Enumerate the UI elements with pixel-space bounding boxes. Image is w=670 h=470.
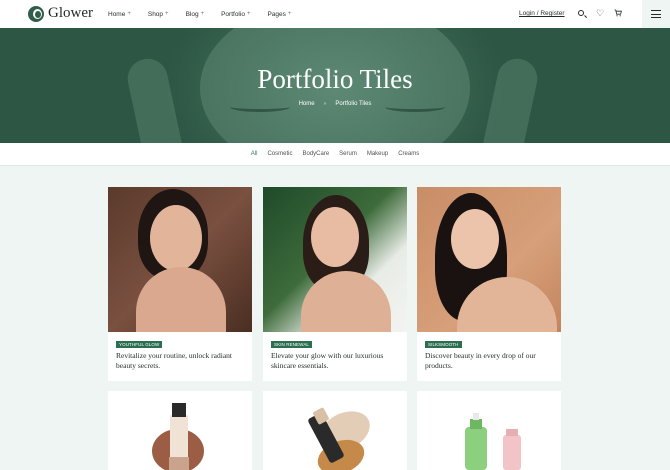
portfolio-filters: All Cosmetic BodyCare Serum Makeup Cream… — [0, 143, 670, 166]
portfolio-card[interactable]: SKIN RENEWAL Elevate your glow with our … — [263, 187, 407, 381]
site-header: Glower Home + Shop + Blog + Portfolio + Page… — [0, 0, 670, 28]
portfolio-card[interactable] — [417, 391, 561, 470]
category-badge: SKIN RENEWAL — [271, 341, 313, 348]
portfolio-image[interactable] — [263, 187, 407, 332]
plus-icon: + — [287, 11, 292, 17]
portfolio-card[interactable]: YOUTHFUL GLOW Revitalize your routine, u… — [108, 187, 252, 381]
nav-home[interactable]: Home + — [108, 11, 131, 18]
portfolio-card[interactable] — [263, 391, 407, 470]
portfolio-image[interactable] — [417, 187, 561, 332]
nav-label: Pages — [267, 10, 286, 18]
card-description: Elevate your glow with our luxurious ski… — [271, 351, 384, 370]
portfolio-card[interactable] — [108, 391, 252, 470]
filter-serum[interactable]: Serum — [339, 151, 357, 157]
cream-bottles-image — [465, 413, 521, 470]
foundation-bottle-image — [152, 403, 204, 470]
cosmetic-swatch-image — [308, 407, 370, 470]
plus-icon: + — [127, 11, 131, 17]
logo-icon — [28, 5, 44, 22]
plus-icon: + — [246, 11, 251, 17]
portfolio-image[interactable] — [108, 187, 252, 332]
breadcrumb-home[interactable]: Home — [299, 101, 315, 107]
logo[interactable]: Glower — [28, 5, 93, 22]
nav-shop[interactable]: Shop + — [148, 11, 169, 18]
breadcrumb-current: Portfolio Tiles — [335, 101, 372, 107]
nav-label: Portfolio — [221, 10, 245, 18]
menu-icon[interactable] — [642, 0, 670, 28]
plus-icon: + — [165, 11, 169, 17]
nav-pages[interactable]: Pages + — [267, 11, 291, 18]
nav-label: Home — [108, 10, 126, 18]
filter-cosmetic[interactable]: Cosmetic — [267, 151, 292, 157]
plus-icon: + — [200, 11, 205, 17]
brand-name: Glower — [48, 5, 93, 21]
filter-makeup[interactable]: Makeup — [367, 151, 388, 157]
page-title: Portfolio Tiles — [257, 64, 413, 94]
nav-portfolio[interactable]: Portfolio + — [221, 11, 250, 18]
filter-creams[interactable]: Creams — [398, 151, 419, 157]
search-icon[interactable] — [578, 10, 584, 16]
filter-bodycare[interactable]: BodyCare — [302, 151, 329, 157]
filter-all[interactable]: All — [251, 151, 258, 157]
card-description: Discover beauty in every drop of our pro… — [425, 351, 536, 370]
portfolio-image[interactable] — [108, 391, 252, 470]
breadcrumb: Home » Portfolio Tiles — [0, 101, 670, 107]
portfolio-card[interactable]: SILKSMOOTH Discover beauty in every drop… — [417, 187, 561, 381]
image-decor — [451, 209, 499, 269]
image-decor — [136, 267, 226, 332]
nav-label: Blog — [185, 10, 199, 18]
category-badge: SILKSMOOTH — [425, 341, 462, 348]
image-decor — [311, 207, 359, 267]
portfolio-image[interactable] — [417, 391, 561, 470]
image-decor — [150, 205, 202, 271]
portfolio-image[interactable] — [263, 391, 407, 470]
main-nav: Home + Shop + Blog + Portfolio + Pages + — [108, 0, 308, 28]
cart-icon[interactable] — [614, 9, 622, 19]
nav-label: Shop — [147, 10, 164, 18]
card-description: Revitalize your routine, unlock radiant … — [116, 351, 233, 370]
heart-icon[interactable]: ♡ — [596, 9, 604, 18]
breadcrumb-separator: » — [323, 101, 327, 107]
login-register-link[interactable]: Login / Register — [519, 10, 565, 17]
category-badge: YOUTHFUL GLOW — [116, 341, 163, 348]
nav-blog[interactable]: Blog + — [186, 11, 205, 18]
